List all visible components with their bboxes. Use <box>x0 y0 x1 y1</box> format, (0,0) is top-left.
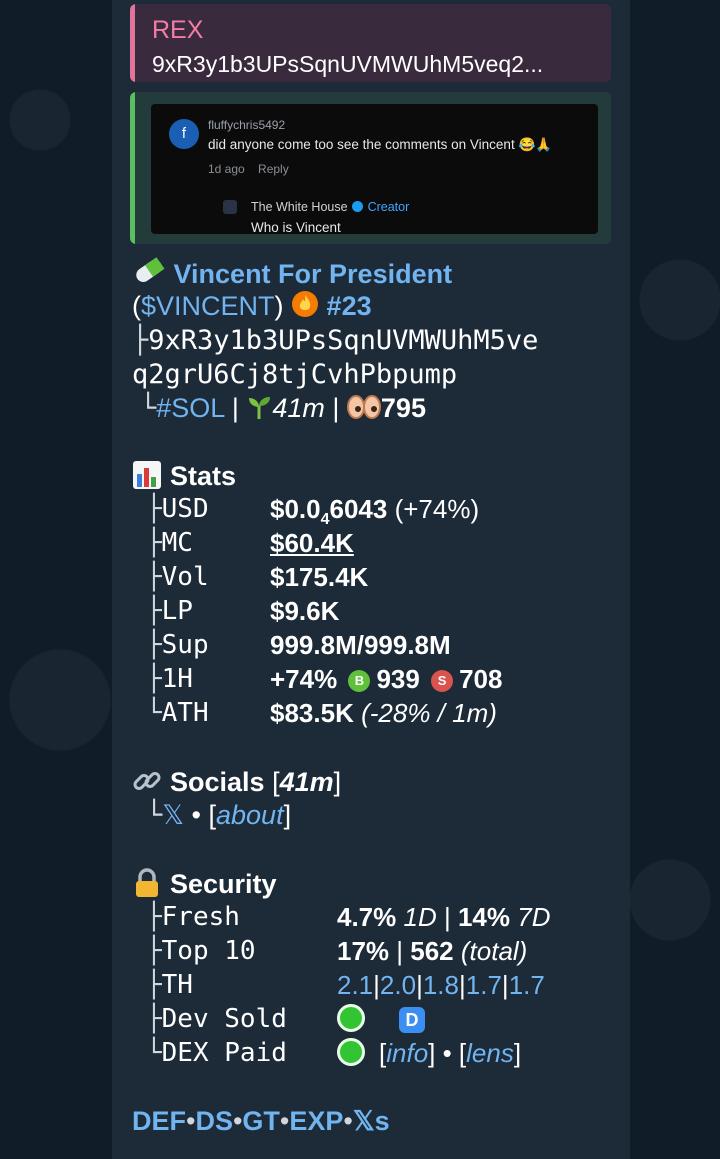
comment-username: fluffychris5492 <box>208 118 286 132</box>
about-link[interactable]: about <box>216 800 284 830</box>
fire-icon <box>291 290 319 325</box>
socials-header: Socials [41m] <box>132 766 341 798</box>
pill-icon <box>132 256 166 293</box>
security-header: Security <box>132 868 277 900</box>
def-link[interactable]: DEF <box>132 1106 186 1136</box>
chain-age-views-line: └#SOL | 41m | 795 <box>132 393 426 427</box>
address-line-2[interactable]: q2grU6Cj8tjCvhPbpump <box>132 359 457 390</box>
socials-links: └𝕏 • [about] <box>146 800 292 831</box>
creator-label: Creator <box>367 200 410 214</box>
stat-key: └ATH <box>146 698 209 728</box>
ds-link[interactable]: DS <box>195 1106 233 1136</box>
holder-link[interactable]: 1.7 <box>466 970 502 1000</box>
comment-text: did anyone come too see the comments on … <box>208 137 553 152</box>
eyes-icon <box>346 394 381 427</box>
address-line-1[interactable]: ├9xR3y1b3UPsSqnUVMWUhM5ve <box>132 325 538 356</box>
market-cap-value[interactable]: $60.4K <box>270 528 354 559</box>
security-key: ├Fresh <box>146 902 240 932</box>
reply-author: REX <box>152 16 204 44</box>
quote-accent-bar <box>130 92 135 244</box>
dex-paid-value: [info] • [lens] <box>337 1038 521 1069</box>
chain-link[interactable]: #SOL <box>156 393 224 423</box>
buy-icon: B <box>348 670 371 692</box>
holder-link[interactable]: 1.8 <box>423 970 459 1000</box>
reply-text: 9xR3y1b3UPsSqnUVMWUhM5veq2... <box>152 51 544 77</box>
stats-title: Stats <box>170 461 237 491</box>
x-link[interactable]: 𝕏 <box>162 800 184 830</box>
dev-sold-value: D <box>337 1004 425 1035</box>
seedling-icon <box>246 394 272 427</box>
rank-link[interactable]: #23 <box>327 291 372 321</box>
token-title-line: Vincent For President <box>132 256 452 293</box>
link-icon <box>132 766 162 796</box>
stat-key: ├USD <box>146 494 209 524</box>
exp-link[interactable]: EXP <box>289 1106 343 1136</box>
avatar: f <box>169 119 199 149</box>
stat-key: ├Vol <box>146 562 209 592</box>
ticker-link[interactable]: $VINCENT <box>141 291 275 321</box>
liquidity-value: $9.6K <box>270 596 340 626</box>
holder-link[interactable]: 2.1 <box>337 970 373 1000</box>
comment-time: 1d ago <box>208 162 245 176</box>
reply-author-name: The White House <box>251 200 348 214</box>
stat-key: ├1H <box>146 664 193 694</box>
supply-value: 999.8M/999.8M <box>270 630 451 660</box>
sell-icon: S <box>431 670 454 692</box>
stat-key: ├Sup <box>146 630 209 660</box>
white-house-avatar <box>223 200 237 214</box>
socials-title: Socials <box>170 767 265 797</box>
lens-link[interactable]: lens <box>466 1038 514 1068</box>
top10-value: 17% | 562 (total) <box>337 936 528 966</box>
token-name-link[interactable]: Vincent For President <box>174 259 453 289</box>
gt-link[interactable]: GT <box>242 1106 280 1136</box>
reply-author-line: The White House Creator <box>251 200 409 214</box>
dev-badge[interactable]: D <box>399 1007 425 1033</box>
security-key: └DEX Paid <box>146 1038 287 1068</box>
fresh-value: 4.7% 1D | 14% 7D <box>337 902 551 932</box>
info-link[interactable]: info <box>386 1038 428 1068</box>
holder-link[interactable]: 2.0 <box>380 970 416 1000</box>
holder-link[interactable]: 1.7 <box>509 970 545 1000</box>
stat-value: $0.046043 (+74%) <box>270 494 480 529</box>
reply-accent-bar <box>130 4 135 82</box>
stat-key: ├LP <box>146 596 193 626</box>
security-key: ├Dev Sold <box>146 1004 287 1034</box>
address-part-1: 9xR3y1b3UPsSqnUVMWUhM5ve <box>148 325 539 356</box>
security-title: Security <box>170 869 277 899</box>
sell-count: 708 <box>459 664 503 694</box>
verified-icon <box>351 201 363 212</box>
comment-screenshot[interactable]: f fluffychris5492 did anyone come too se… <box>151 104 598 235</box>
ticker-line: ($VINCENT) #23 <box>132 290 372 325</box>
embedded-media[interactable]: f fluffychris5492 did anyone come too se… <box>130 92 611 244</box>
stats-header: Stats <box>132 460 236 492</box>
green-check-icon <box>337 1038 365 1066</box>
top-holders-values: 2.1|2.0|1.8|1.7|1.7 <box>337 970 545 1000</box>
security-key: ├TH <box>146 970 193 1000</box>
green-check-icon <box>337 1004 365 1032</box>
buy-count: 939 <box>376 664 420 694</box>
bar-chart-icon <box>132 460 162 490</box>
socials-age: 41m <box>279 767 334 797</box>
view-count: 795 <box>380 393 426 423</box>
x-search-link[interactable]: 𝕏s <box>353 1106 390 1136</box>
volume-value: $175.4K <box>270 562 369 592</box>
comment-reply-label: Reply <box>258 162 289 176</box>
footer-links: DEF•DS•GT•EXP•𝕏s <box>132 1106 390 1136</box>
token-age: 41m <box>272 393 325 423</box>
security-key: ├Top 10 <box>146 936 256 966</box>
ath-value: $83.5K (-28% / 1m) <box>270 698 497 728</box>
stat-key: ├MC <box>146 528 193 558</box>
nested-reply-text: Who is Vincent <box>251 220 341 235</box>
one-hour-value: +74% B 939 S 708 <box>270 664 503 694</box>
reply-preview[interactable]: REX 9xR3y1b3UPsSqnUVMWUhM5veq2... <box>130 4 611 82</box>
lock-icon <box>132 868 162 898</box>
comment-meta: 1d ago Reply <box>208 162 299 176</box>
